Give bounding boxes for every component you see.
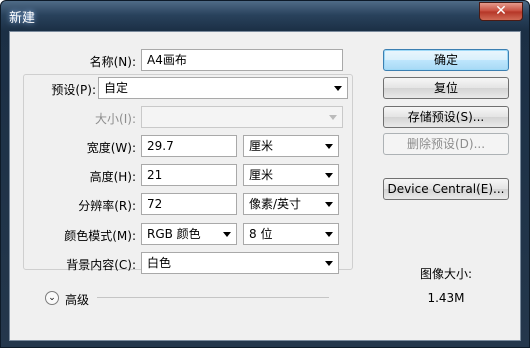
height-unit-select[interactable]: 厘米 (243, 164, 339, 186)
resolution-unit-value: 像素/英寸 (249, 197, 302, 211)
size-label: 大小(I): (95, 112, 136, 126)
preset-label: 预设(P): (51, 83, 96, 97)
height-input[interactable]: 21 (141, 164, 237, 186)
resolution-label: 分辨率(R): (78, 199, 136, 213)
image-size-label: 图像大小: (419, 267, 473, 281)
color-mode-label: 颜色模式(M): (64, 229, 136, 243)
chevron-down-icon (334, 86, 342, 91)
chevron-down-icon (325, 173, 333, 178)
width-unit-select[interactable]: 厘米 (243, 135, 339, 157)
color-mode-value: RGB 颜色 (147, 227, 201, 241)
ok-button[interactable]: 确定 (383, 49, 509, 71)
background-select[interactable]: 白色 (141, 252, 339, 274)
height-unit-value: 厘米 (249, 168, 274, 182)
chevron-down-icon (325, 232, 333, 237)
device-central-button[interactable]: Device Central(E)... (383, 178, 509, 200)
width-label: 宽度(W): (86, 141, 136, 155)
resolution-value: 72 (147, 197, 163, 211)
name-label: 名称(N): (89, 55, 136, 69)
title-bar[interactable]: 新建 ✕ (1, 1, 529, 31)
width-unit-value: 厘米 (249, 139, 274, 153)
bit-depth-select[interactable]: 8 位 (243, 223, 339, 245)
height-value: 21 (147, 168, 163, 182)
width-input[interactable]: 29.7 (141, 135, 237, 157)
name-input[interactable]: A4画布 (141, 49, 343, 71)
bit-depth-value: 8 位 (249, 227, 273, 241)
background-label: 背景内容(C): (66, 258, 136, 272)
background-value: 白色 (147, 256, 172, 270)
close-button[interactable]: ✕ (479, 2, 523, 21)
width-value: 29.7 (147, 139, 174, 153)
resolution-unit-select[interactable]: 像素/英寸 (243, 193, 339, 215)
new-document-dialog: 新建 ✕ 名称(N): A4画布 预设(P): 自定 大小(I): 宽度(W):… (0, 0, 530, 348)
chevron-down-icon (329, 115, 337, 120)
chevron-down-icon (223, 232, 231, 237)
dialog-body: 名称(N): A4画布 预设(P): 自定 大小(I): 宽度(W): 29.7… (9, 31, 521, 341)
preset-value: 自定 (104, 81, 129, 95)
close-icon: ✕ (495, 3, 507, 19)
color-mode-select[interactable]: RGB 颜色 (141, 223, 237, 245)
name-value: A4画布 (147, 53, 187, 67)
save-preset-button[interactable]: 存储预设(S)... (383, 106, 509, 128)
advanced-divider (97, 297, 329, 298)
height-label: 高度(H): (89, 170, 136, 184)
chevron-down-icon (325, 261, 333, 266)
size-select[interactable] (141, 106, 343, 128)
reset-button[interactable]: 复位 (383, 77, 509, 99)
chevron-down-icon (325, 202, 333, 207)
delete-preset-button[interactable]: 删除预设(D)... (383, 133, 509, 155)
image-size-value: 1.43M (427, 291, 465, 305)
advanced-toggle-button[interactable]: ⌄ (45, 291, 59, 305)
advanced-label[interactable]: 高级 (65, 291, 89, 308)
chevron-down-circle-icon: ⌄ (48, 293, 56, 303)
dialog-title: 新建 (9, 11, 36, 26)
preset-select[interactable]: 自定 (98, 77, 348, 99)
chevron-down-icon (325, 144, 333, 149)
resolution-input[interactable]: 72 (141, 193, 237, 215)
